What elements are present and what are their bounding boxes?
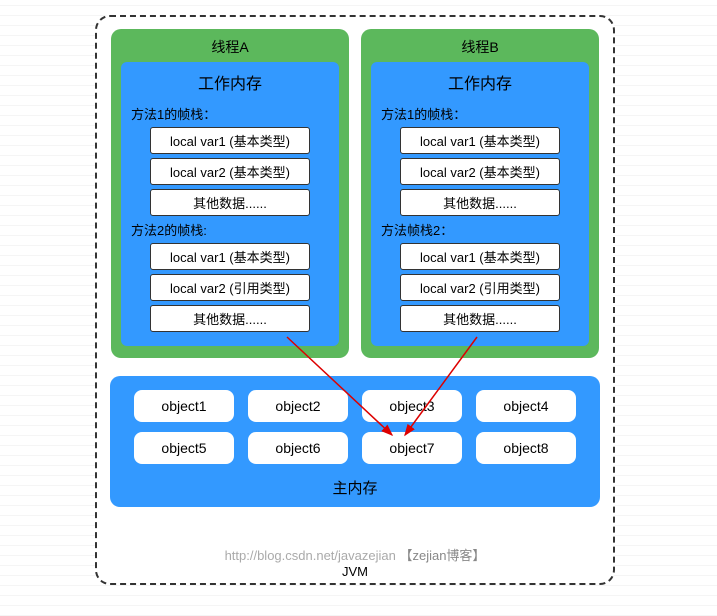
var-box: 其他数据...... bbox=[150, 305, 310, 332]
var-box: 其他数据...... bbox=[400, 305, 560, 332]
var-box: local var2 (基本类型) bbox=[150, 158, 310, 185]
frame2-label-b: 方法帧栈2： bbox=[381, 220, 579, 239]
jvm-label: JVM bbox=[342, 564, 368, 579]
main-memory-title: 主内存 bbox=[126, 474, 584, 501]
object6: object6 bbox=[248, 432, 348, 464]
var-box: 其他数据...... bbox=[150, 189, 310, 216]
frame2-label-a: 方法2的帧栈: bbox=[131, 220, 329, 239]
frame1-label-b: 方法1的帧栈： bbox=[381, 104, 579, 123]
var-box: local var1 (基本类型) bbox=[400, 243, 560, 270]
thread-a-box: 线程A 工作内存 方法1的帧栈： local var1 (基本类型) local… bbox=[111, 29, 349, 358]
thread-a-work-memory: 工作内存 方法1的帧栈： local var1 (基本类型) local var… bbox=[121, 62, 339, 346]
object1: object1 bbox=[134, 390, 234, 422]
object5: object5 bbox=[134, 432, 234, 464]
frame1-label-a: 方法1的帧栈： bbox=[131, 104, 329, 123]
jvm-container: 线程A 工作内存 方法1的帧栈： local var1 (基本类型) local… bbox=[95, 15, 615, 585]
thread-b-title: 线程B bbox=[371, 35, 589, 62]
object8: object8 bbox=[476, 432, 576, 464]
object2: object2 bbox=[248, 390, 348, 422]
object-row-1: object1 object2 object3 object4 bbox=[126, 390, 584, 422]
thread-b-box: 线程B 工作内存 方法1的帧栈： local var1 (基本类型) local… bbox=[361, 29, 599, 358]
thread-a-title: 线程A bbox=[121, 35, 339, 62]
var-box: local var1 (基本类型) bbox=[150, 127, 310, 154]
object4: object4 bbox=[476, 390, 576, 422]
object-row-2: object5 object6 object7 object8 bbox=[126, 432, 584, 464]
work-memory-title-b: 工作内存 bbox=[381, 68, 579, 100]
var-box: local var1 (基本类型) bbox=[400, 127, 560, 154]
main-memory: object1 object2 object3 object4 object5 … bbox=[110, 376, 600, 507]
footer: http://blog.csdn.net/javazejian 【zejian博… bbox=[97, 545, 613, 579]
thread-b-work-memory: 工作内存 方法1的帧栈： local var1 (基本类型) local var… bbox=[371, 62, 589, 346]
blog-url: http://blog.csdn.net/javazejian bbox=[225, 548, 396, 563]
var-box: local var1 (基本类型) bbox=[150, 243, 310, 270]
threads-row: 线程A 工作内存 方法1的帧栈： local var1 (基本类型) local… bbox=[109, 29, 601, 358]
work-memory-title-a: 工作内存 bbox=[131, 68, 329, 100]
var-box-ref-b: local var2 (引用类型) bbox=[400, 274, 560, 301]
var-box: local var2 (基本类型) bbox=[400, 158, 560, 185]
object3: object3 bbox=[362, 390, 462, 422]
var-box-ref-a: local var2 (引用类型) bbox=[150, 274, 310, 301]
var-box: 其他数据...... bbox=[400, 189, 560, 216]
blog-name: 【zejian博客】 bbox=[399, 548, 485, 563]
object7: object7 bbox=[362, 432, 462, 464]
